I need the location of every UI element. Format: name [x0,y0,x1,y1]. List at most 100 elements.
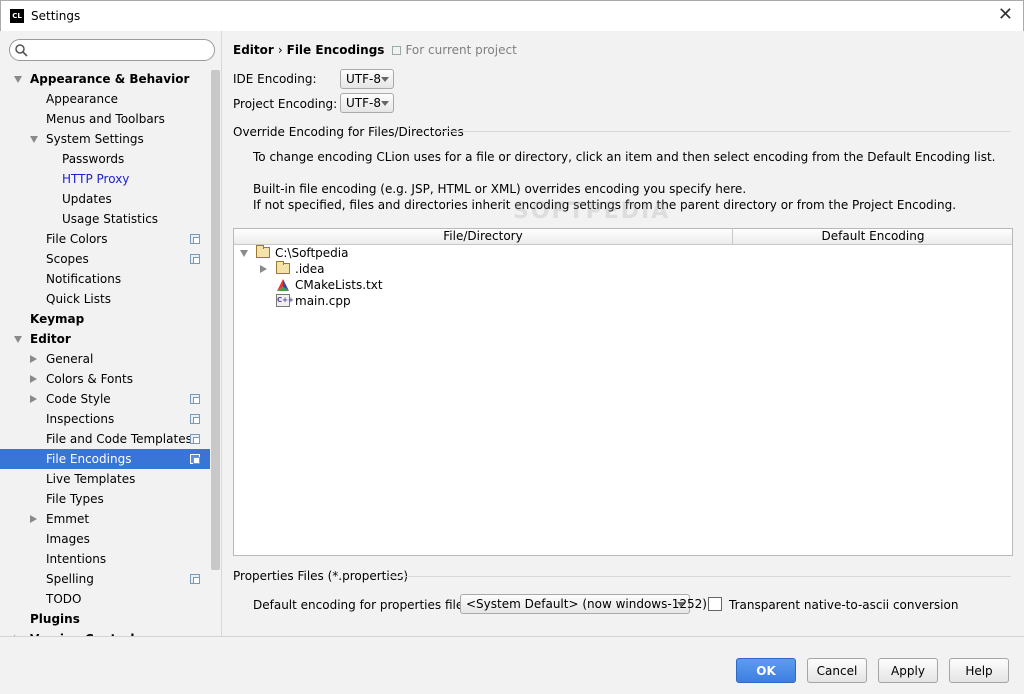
transparent-conversion-checkbox[interactable] [708,597,722,611]
properties-encoding-select[interactable]: <System Default> (now windows-1252) [460,594,707,614]
table-row[interactable]: CMakeLists.txt [234,277,1012,293]
settings-sidebar: Appearance & Behavior Appearance Menus and… [0,31,222,636]
settings-search[interactable] [9,39,215,61]
sidebar-item-file-types[interactable]: File Types [0,489,210,509]
help-button[interactable]: Help [949,658,1009,683]
expand-down-icon[interactable] [14,76,22,83]
sidebar-item-file-and-code-templates[interactable]: File and Code Templates [0,429,210,449]
sidebar-item-live-templates[interactable]: Live Templates [0,469,210,489]
expand-right-icon[interactable] [30,375,37,383]
sidebar-item-file-colors[interactable]: File Colors [0,229,210,249]
sidebar-item-editor[interactable]: Editor [0,329,210,349]
table-header: File/Directory Default Encoding [234,229,1012,245]
table-row[interactable]: C++ main.cpp [234,293,1012,309]
sidebar-item-code-style[interactable]: Code Style [0,389,210,409]
sidebar-item-label: Code Style [46,392,111,406]
project-scope-icon [392,46,402,55]
cancel-button[interactable]: Cancel [807,658,867,683]
sidebar-item-label: Spelling [46,572,94,586]
sidebar-item-label: Notifications [46,272,122,286]
sidebar-item-file-encodings[interactable]: File Encodings [0,449,210,469]
sidebar-item-quick-lists[interactable]: Quick Lists [0,289,210,309]
sidebar-item-label: Appearance & Behavior [30,72,190,86]
properties-encoding-label: Default encoding for properties files: [253,598,474,612]
project-level-icon [190,234,200,244]
sidebar-item-inspections[interactable]: Inspections [0,409,210,429]
sidebar-item-system-settings[interactable]: System Settings [0,129,210,149]
sidebar-item-label: Inspections [46,412,115,426]
sidebar-item-label: Intentions [46,552,107,566]
expand-down-icon[interactable] [30,136,38,143]
properties-group-title: Properties Files (*.properties) [233,569,409,583]
expand-right-icon[interactable] [30,395,37,403]
settings-content: Editor › File Encodings For current project… [223,31,1024,636]
project-encoding-select[interactable]: UTF-8 [340,93,394,113]
sidebar-item-label: TODO [46,592,82,606]
override-description-1: To change encoding CLion uses for a file… [253,150,996,164]
chevron-down-icon [381,101,389,106]
apply-button[interactable]: Apply [878,658,938,683]
chevron-down-icon [677,602,685,607]
ide-encoding-select[interactable]: UTF-8 [340,69,394,89]
column-header-default-encoding[interactable]: Default Encoding [734,229,1012,244]
close-window-button[interactable]: ✕ [998,6,1013,24]
sidebar-item-label: Editor [30,332,71,346]
sidebar-item-menus-and-toolbars[interactable]: Menus and Toolbars [0,109,210,129]
sidebar-item-colors-fonts[interactable]: Colors & Fonts [0,369,210,389]
sidebar-item-emmet[interactable]: Emmet [0,509,210,529]
file-encoding-table: File/Directory Default Encoding C:\Softp… [233,228,1013,556]
ok-button[interactable]: OK [736,658,796,683]
sidebar-item-label: File and Code Templates [46,432,192,446]
file-name: CMakeLists.txt [295,278,383,292]
sidebar-item-passwords[interactable]: Passwords [0,149,210,169]
sidebar-item-label: Quick Lists [46,292,111,306]
title-bar: CL Settings ✕ [0,0,1024,31]
properties-encoding-value: <System Default> (now windows-1252) [466,597,707,611]
table-row[interactable]: .idea [234,261,1012,277]
sidebar-item-scopes[interactable]: Scopes [0,249,210,269]
project-level-icon [190,254,200,264]
sidebar-item-label: System Settings [46,132,144,146]
clion-app-icon: CL [10,9,24,23]
sidebar-item-appearance-behavior[interactable]: Appearance & Behavior [0,69,210,89]
expand-down-icon[interactable] [240,250,248,257]
sidebar-item-label: Keymap [30,312,85,326]
transparent-conversion-label[interactable]: Transparent native-to-ascii conversion [729,598,958,612]
search-icon [15,44,28,57]
chevron-down-icon [381,77,389,82]
sidebar-item-label: Version Control [30,629,135,636]
sidebar-item-images[interactable]: Images [0,529,210,549]
file-name: .idea [295,262,325,276]
sidebar-item-label: File Colors [46,232,108,246]
project-level-icon [190,394,200,404]
sidebar-item-version-control[interactable]: Version Control [0,629,210,636]
project-encoding-label: Project Encoding: [233,97,338,111]
sidebar-item-label: Passwords [62,152,125,166]
expand-right-icon[interactable] [30,355,37,363]
sidebar-item-updates[interactable]: Updates [0,189,210,209]
search-input[interactable] [30,42,210,58]
sidebar-scrollbar[interactable] [211,70,220,570]
window-title: Settings [31,9,81,23]
sidebar-item-general[interactable]: General [0,349,210,369]
sidebar-item-notifications[interactable]: Notifications [0,269,210,289]
folder-icon [276,261,290,274]
sidebar-item-todo[interactable]: TODO [0,589,210,609]
file-name: C:\Softpedia [275,246,349,260]
sidebar-item-label: Updates [62,192,112,206]
cmake-icon [277,279,289,291]
project-level-icon [190,434,200,444]
sidebar-item-spelling[interactable]: Spelling [0,569,210,589]
sidebar-item-usage-statistics[interactable]: Usage Statistics [0,209,210,229]
file-name: main.cpp [295,294,351,308]
expand-down-icon[interactable] [14,336,22,343]
sidebar-item-keymap[interactable]: Keymap [0,309,210,329]
sidebar-item-plugins[interactable]: Plugins [0,609,210,629]
sidebar-item-intentions[interactable]: Intentions [0,549,210,569]
sidebar-item-appearance[interactable]: Appearance [0,89,210,109]
sidebar-item-http-proxy[interactable]: HTTP Proxy [0,169,210,189]
expand-right-icon[interactable] [30,515,37,523]
table-row[interactable]: C:\Softpedia [234,245,1012,261]
column-header-file-directory[interactable]: File/Directory [234,229,733,244]
expand-right-icon[interactable] [260,265,267,273]
